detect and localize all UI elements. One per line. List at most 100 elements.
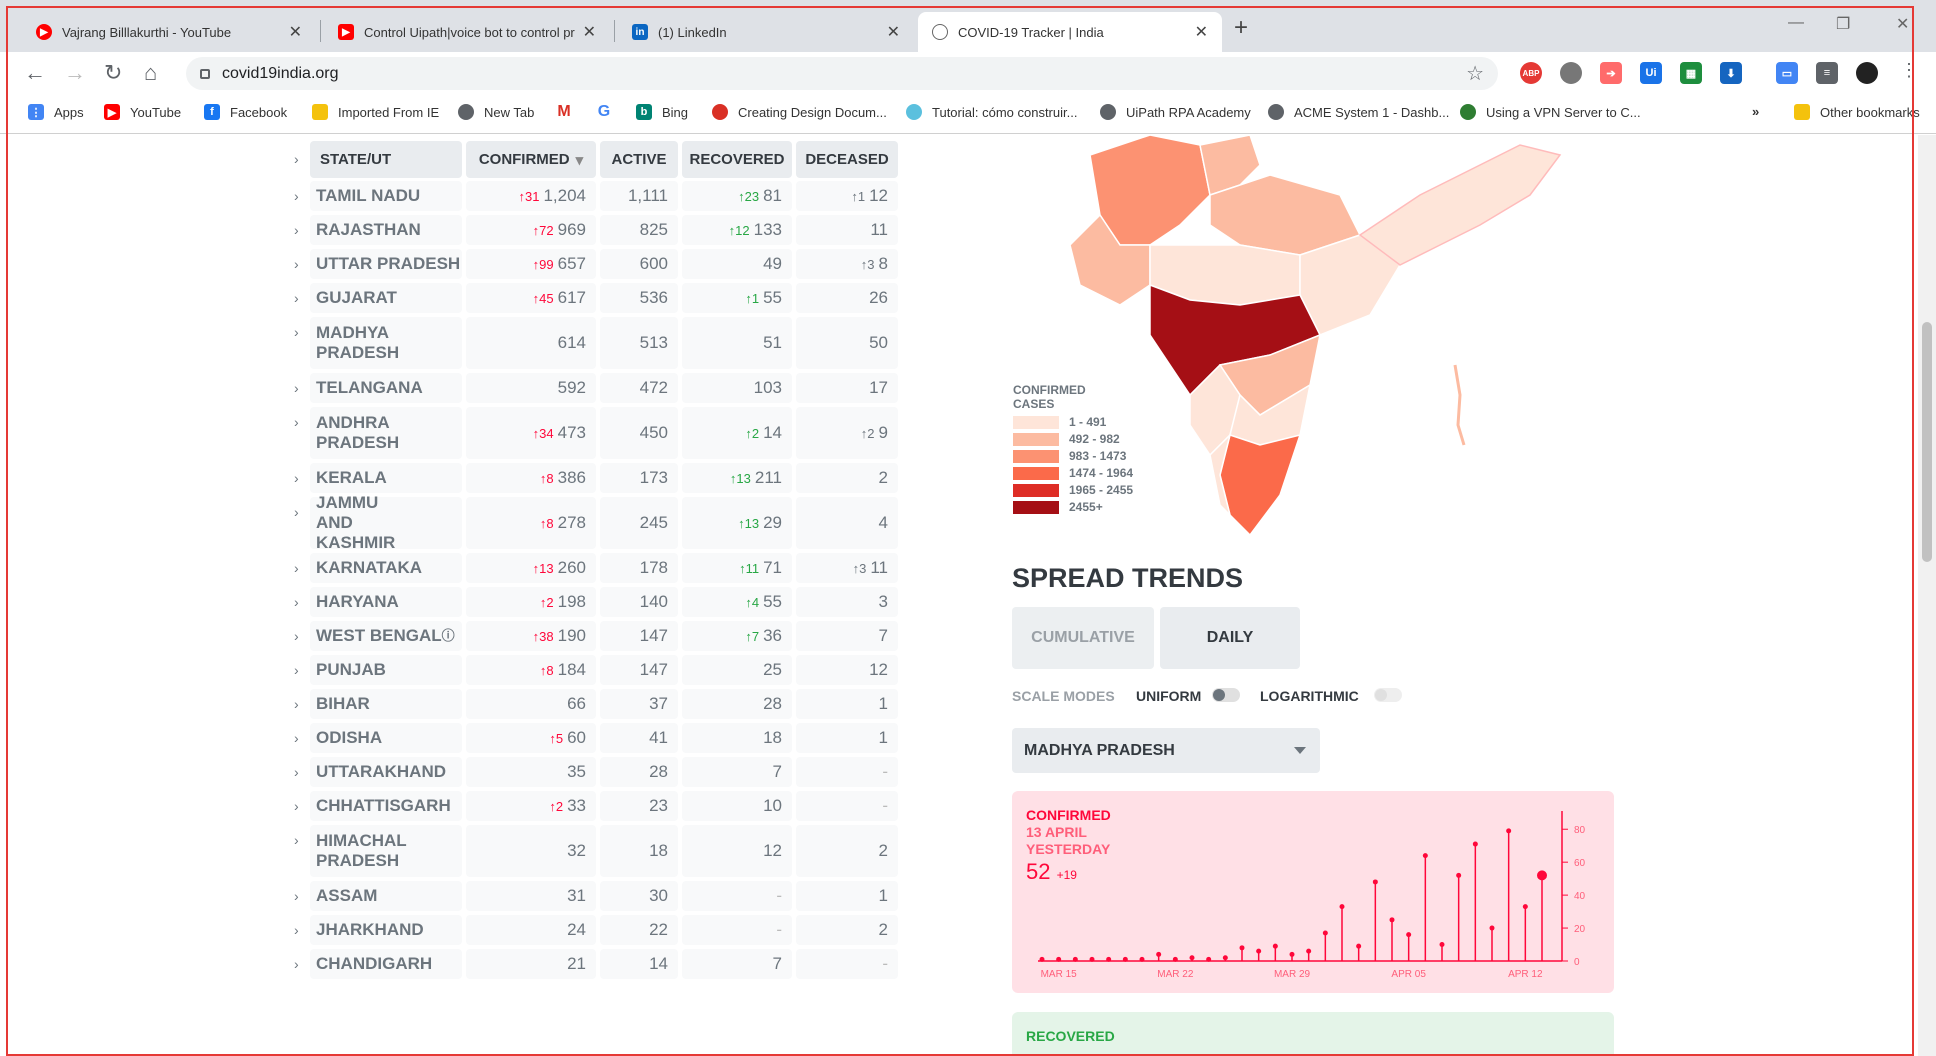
chart-point[interactable] <box>1172 956 1178 962</box>
extension-arrow-icon[interactable]: ➔ <box>1600 62 1622 84</box>
more-bookmarks-button[interactable]: » <box>1752 104 1759 119</box>
cell-state[interactable]: JHARKHAND <box>310 915 462 945</box>
chart-point[interactable] <box>1472 841 1478 847</box>
cell-state[interactable]: CHANDIGARH <box>310 949 462 979</box>
header-recovered[interactable]: RECOVERED <box>682 141 792 178</box>
expand-row-chevron-icon[interactable]: › <box>294 922 299 938</box>
expand-row-chevron-icon[interactable]: › <box>294 290 299 306</box>
menu-kebab-icon[interactable]: ⋮ <box>1900 60 1918 81</box>
bookmark-acme[interactable]: ACME System 1 - Dashb... <box>1268 104 1449 120</box>
chart-point[interactable] <box>1372 879 1378 885</box>
header-active[interactable]: ACTIVE <box>600 141 678 178</box>
chart-point[interactable] <box>1106 956 1112 962</box>
close-window-button[interactable]: ✕ <box>1896 14 1909 34</box>
chart-point[interactable] <box>1139 956 1145 962</box>
forward-button[interactable]: → <box>64 60 86 86</box>
close-icon[interactable]: ✕ <box>289 22 302 42</box>
chart-point[interactable] <box>1389 917 1395 923</box>
tab-linkedin[interactable]: in (1) LinkedIn ✕ <box>618 12 914 52</box>
cell-state[interactable]: BIHAR <box>310 689 462 719</box>
chart-point[interactable] <box>1272 943 1278 949</box>
chart-point[interactable] <box>1206 956 1212 962</box>
bookmark-bing[interactable]: b Bing <box>636 104 688 120</box>
expand-row-chevron-icon[interactable]: › <box>294 256 299 272</box>
chart-point[interactable] <box>1422 853 1428 859</box>
mode-cumulative-button[interactable]: CUMULATIVE <box>1012 607 1154 669</box>
chart-point[interactable] <box>1339 904 1345 910</box>
bookmark-star-icon[interactable]: ☆ <box>1466 61 1484 86</box>
chart-point[interactable] <box>1156 951 1162 957</box>
expand-row-chevron-icon[interactable]: › <box>294 798 299 814</box>
expand-row-chevron-icon[interactable]: › <box>294 504 299 520</box>
cell-state[interactable]: KARNATAKA <box>310 553 462 583</box>
cell-state[interactable]: HARYANA <box>310 587 462 617</box>
chart-point[interactable] <box>1122 956 1128 962</box>
chart-point[interactable] <box>1506 828 1512 834</box>
info-icon[interactable]: ⓘ <box>442 626 455 646</box>
header-confirmed[interactable]: CONFIRMED ▾ <box>466 141 596 178</box>
chart-point[interactable] <box>1322 930 1328 936</box>
chart-point[interactable] <box>1456 872 1462 878</box>
bookmark-facebook[interactable]: f Facebook <box>204 104 287 120</box>
expand-row-chevron-icon[interactable]: › <box>294 888 299 904</box>
expand-row-chevron-icon[interactable]: › <box>294 662 299 678</box>
chart-point[interactable] <box>1056 956 1062 962</box>
cell-state[interactable]: TELANGANA <box>310 373 462 403</box>
cell-state[interactable]: PUNJAB <box>310 655 462 685</box>
expand-row-chevron-icon[interactable]: › <box>294 764 299 780</box>
bookmark-imported-ie[interactable]: Imported From IE <box>312 104 439 120</box>
home-button[interactable]: ⌂ <box>144 60 157 86</box>
header-state[interactable]: STATE/UT <box>310 141 462 178</box>
cell-state[interactable]: ASSAM <box>310 881 462 911</box>
map-region-tamil-nadu[interactable] <box>1219 433 1302 537</box>
chart-point[interactable] <box>1189 955 1195 961</box>
bookmark-design-doc[interactable]: Creating Design Docum... <box>712 104 887 120</box>
tab-youtube-uipath[interactable]: ▶ Control Uipath|voice bot to control pr… <box>324 12 610 52</box>
bookmark-vpn[interactable]: Using a VPN Server to C... <box>1460 104 1641 120</box>
chart-point[interactable] <box>1356 943 1362 949</box>
close-icon[interactable]: ✕ <box>887 22 900 42</box>
chart-point[interactable] <box>1239 945 1245 951</box>
back-button[interactable]: ← <box>24 60 46 86</box>
chart-point[interactable] <box>1289 951 1295 957</box>
chart-point[interactable] <box>1039 956 1045 962</box>
cell-state[interactable]: UTTAR PRADESH <box>310 249 462 279</box>
bookmark-gmail[interactable]: M <box>556 103 582 120</box>
cell-state[interactable]: CHHATTISGARH <box>310 791 462 821</box>
map-region-northeast[interactable] <box>1358 144 1562 266</box>
other-bookmarks[interactable]: Other bookmarks <box>1794 104 1920 120</box>
bookmark-google[interactable]: G <box>596 103 622 120</box>
cell-state[interactable]: KERALA <box>310 463 462 493</box>
chart-point[interactable] <box>1522 904 1528 910</box>
expand-row-chevron-icon[interactable]: › <box>294 594 299 610</box>
chart-point[interactable] <box>1256 948 1262 954</box>
vertical-scrollbar[interactable] <box>1918 135 1936 1056</box>
cell-state[interactable]: ANDHRA PRADESH <box>310 407 462 459</box>
state-select[interactable]: MADHYA PRADESH <box>1012 728 1320 773</box>
address-bar[interactable]: covid19india.org ☆ <box>186 57 1498 90</box>
media-control-icon[interactable]: ≡ <box>1816 62 1838 84</box>
chart-point[interactable] <box>1306 948 1312 954</box>
bookmark-apps[interactable]: ⋮ Apps <box>28 104 84 120</box>
cell-state[interactable]: RAJASTHAN <box>310 215 462 245</box>
cell-state[interactable]: UTTARAKHAND <box>310 757 462 787</box>
bookmark-new-tab[interactable]: New Tab <box>458 104 534 120</box>
expand-row-chevron-icon[interactable]: › <box>294 222 299 238</box>
chart-point[interactable] <box>1537 870 1547 881</box>
bookmark-uipath-academy[interactable]: UiPath RPA Academy <box>1100 104 1251 120</box>
header-deceased[interactable]: DECEASED <box>796 141 898 178</box>
adblock-icon[interactable]: ABP <box>1520 62 1542 84</box>
expand-row-chevron-icon[interactable]: › <box>294 380 299 396</box>
expand-row-chevron-icon[interactable]: › <box>294 188 299 204</box>
minimize-button[interactable]: — <box>1788 14 1804 32</box>
bookmark-tutorial[interactable]: Tutorial: cómo construir... <box>906 104 1077 120</box>
extension-circle-icon[interactable] <box>1560 62 1582 84</box>
expand-row-chevron-icon[interactable]: › <box>294 696 299 712</box>
cell-state[interactable]: HIMACHAL PRADESH <box>310 825 462 877</box>
cast-icon[interactable]: ▭ <box>1776 62 1798 84</box>
close-icon[interactable]: ✕ <box>1195 22 1208 42</box>
expand-row-chevron-icon[interactable]: › <box>294 470 299 486</box>
scrollbar-thumb[interactable] <box>1922 322 1932 562</box>
new-tab-button[interactable]: + <box>1234 14 1248 42</box>
uniform-toggle[interactable] <box>1212 688 1240 702</box>
